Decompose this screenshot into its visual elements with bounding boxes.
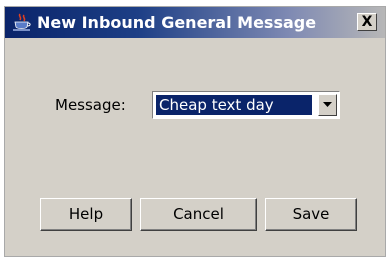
dropdown-arrow-button[interactable] (318, 94, 337, 116)
message-selected-value[interactable]: Cheap text day (156, 95, 312, 115)
dialog-window: New Inbound General Message X Message: C… (4, 6, 386, 257)
message-combobox[interactable]: Cheap text day (152, 91, 340, 119)
java-cup-icon (11, 13, 33, 33)
close-button[interactable]: X (357, 13, 377, 31)
help-button[interactable]: Help (40, 198, 132, 231)
title-bar[interactable]: New Inbound General Message X (5, 7, 385, 38)
cancel-button[interactable]: Cancel (140, 198, 257, 231)
save-button[interactable]: Save (265, 198, 357, 231)
window-title: New Inbound General Message (37, 13, 317, 32)
message-label: Message: (55, 96, 126, 114)
chevron-down-icon (323, 102, 332, 107)
